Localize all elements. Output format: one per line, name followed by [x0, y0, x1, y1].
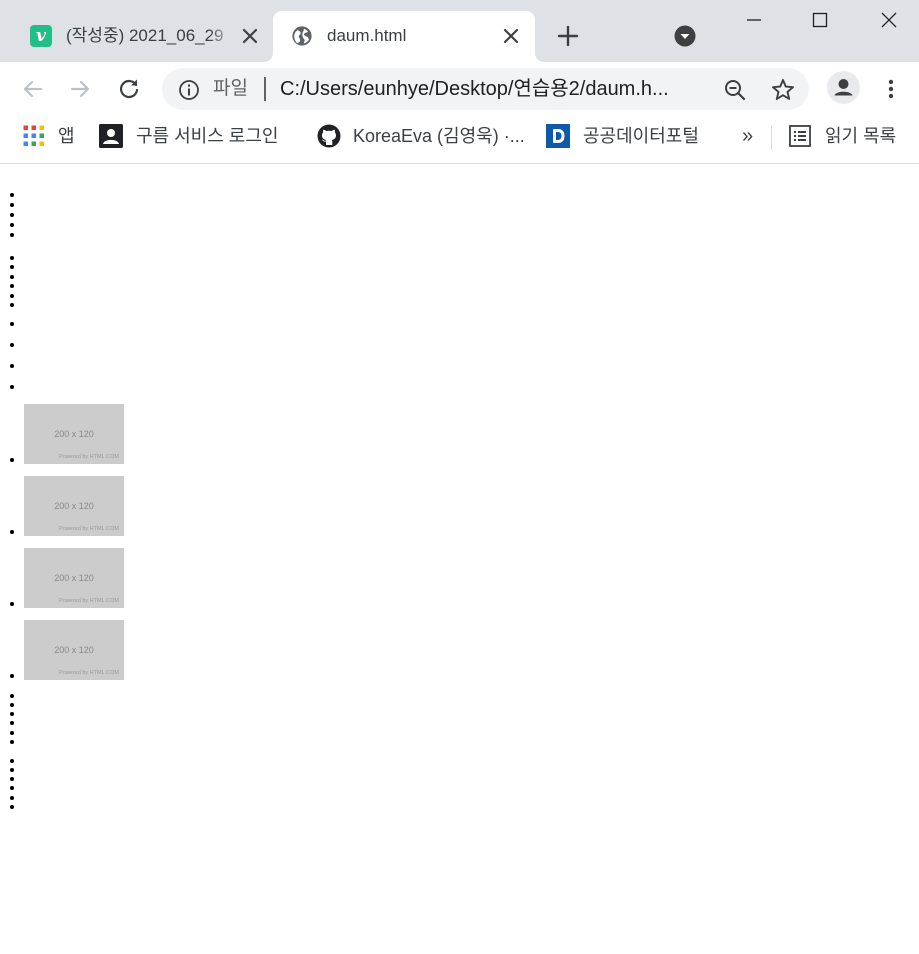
window-close-icon[interactable]	[879, 10, 899, 30]
list-bullet	[10, 740, 14, 744]
info-icon[interactable]	[178, 79, 200, 101]
list-bullet	[10, 694, 14, 698]
image-size-text: 200 x 120	[54, 429, 94, 439]
list-bullet	[10, 343, 14, 347]
tab-daum-html[interactable]: daum.html	[273, 11, 535, 62]
image-powered-text: Powered by HTML.COM	[59, 526, 119, 532]
list-bullet	[10, 256, 14, 260]
list-bullet	[10, 233, 14, 237]
bookmark-label: 구름 서비스 로그인	[136, 126, 279, 146]
bookmarks-divider	[771, 126, 772, 150]
bookmark-label: KoreaEva (김영욱) ·...	[353, 126, 525, 146]
browser-toolbar: 파일 C:/Users/eunhye/Desktop/연습용2/daum.h..…	[0, 62, 919, 116]
zoom-out-icon[interactable]	[723, 78, 747, 102]
bookmarks-overflow-button[interactable]: »	[742, 125, 753, 147]
list-bullet	[10, 786, 14, 790]
maximize-icon[interactable]	[810, 10, 830, 30]
person-icon	[834, 79, 853, 96]
account-box-icon	[99, 124, 123, 148]
list-bullet	[10, 284, 14, 288]
list-bullet	[10, 602, 14, 606]
address-divider	[264, 77, 266, 101]
globe-icon	[292, 26, 312, 46]
list-bullet	[10, 768, 14, 772]
web-page-content: 200 x 120 Powered by HTML.COM 200 x 120 …	[0, 165, 919, 954]
list-bullet	[10, 805, 14, 809]
image-size-text: 200 x 120	[54, 645, 94, 655]
list-bullet	[10, 796, 14, 800]
bookmark-label: 공공데이터포털	[583, 126, 699, 146]
list-bullet	[10, 275, 14, 279]
address-bar[interactable]: 파일 C:/Users/eunhye/Desktop/연습용2/daum.h..…	[162, 68, 809, 110]
bookmarks-bar: 앱 구름 서비스 로그인 KoreaEva (김영욱) ·... 공공데이터포털…	[0, 116, 919, 164]
placeholder-image: 200 x 120 Powered by HTML.COM	[24, 620, 124, 680]
url-text[interactable]: C:/Users/eunhye/Desktop/연습용2/daum.h...	[280, 78, 720, 100]
list-bullet	[10, 265, 14, 269]
minimize-icon[interactable]	[744, 10, 764, 30]
close-icon[interactable]	[240, 26, 260, 46]
reading-list-icon	[789, 125, 811, 147]
data-portal-icon	[546, 124, 570, 148]
image-powered-text: Powered by HTML.COM	[59, 598, 119, 604]
list-bullet	[10, 322, 14, 326]
list-bullet	[10, 364, 14, 368]
reload-icon[interactable]	[116, 76, 142, 102]
list-bullet	[10, 530, 14, 534]
list-bullet	[10, 193, 14, 197]
tab-velog-draft[interactable]: v (작성중) 2021_06_29	[18, 11, 270, 62]
list-bullet	[10, 721, 14, 725]
back-arrow-icon[interactable]	[20, 76, 46, 102]
list-bullet	[10, 385, 14, 389]
tab-strip: v (작성중) 2021_06_29 daum.html	[0, 0, 919, 62]
bookmark-label: 앱	[58, 126, 75, 146]
list-bullet	[10, 203, 14, 207]
tab-title: daum.html	[327, 26, 407, 45]
security-chip-label[interactable]: 파일	[213, 78, 248, 100]
profile-avatar-button[interactable]	[827, 71, 860, 104]
list-bullet	[10, 303, 14, 307]
github-icon	[317, 124, 341, 148]
image-powered-text: Powered by HTML.COM	[59, 670, 119, 676]
placeholder-image: 200 x 120 Powered by HTML.COM	[24, 404, 124, 464]
placeholder-image: 200 x 120 Powered by HTML.COM	[24, 476, 124, 536]
list-bullet	[10, 777, 14, 781]
reading-list-label: 읽기 목록	[825, 126, 897, 146]
placeholder-image: 200 x 120 Powered by HTML.COM	[24, 548, 124, 608]
close-icon[interactable]	[501, 26, 521, 46]
list-bullet	[10, 458, 14, 462]
tab-search-icon[interactable]	[674, 25, 696, 47]
new-tab-button[interactable]	[556, 24, 580, 48]
list-bullet	[10, 731, 14, 735]
kebab-menu-icon[interactable]	[880, 76, 902, 102]
image-size-text: 200 x 120	[54, 573, 94, 583]
list-bullet	[10, 674, 14, 678]
list-bullet	[10, 759, 14, 763]
forward-arrow-icon[interactable]	[67, 76, 93, 102]
list-bullet	[10, 703, 14, 707]
list-bullet	[10, 223, 14, 227]
list-bullet	[10, 294, 14, 298]
apps-grid-icon	[23, 125, 44, 146]
list-bullet	[10, 213, 14, 217]
image-size-text: 200 x 120	[54, 501, 94, 511]
bookmark-star-icon[interactable]	[770, 77, 796, 103]
image-powered-text: Powered by HTML.COM	[59, 454, 119, 460]
velog-v-icon: v	[30, 25, 52, 47]
list-bullet	[10, 712, 14, 716]
tab-title: (작성중) 2021_06_29	[66, 26, 224, 45]
